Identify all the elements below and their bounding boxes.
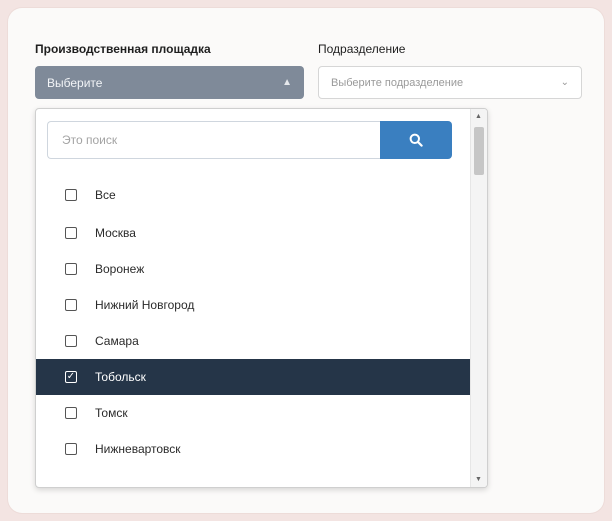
search-input[interactable] (47, 121, 380, 159)
option-nizhnevartovsk[interactable]: Нижневартовск (36, 431, 470, 467)
chevron-up-icon: ▲ (282, 77, 292, 88)
checkbox-icon[interactable] (65, 227, 77, 239)
option-all[interactable]: Все (36, 175, 470, 215)
option-voronezh[interactable]: Воронеж (36, 251, 470, 287)
chevron-down-icon: ⌄ (560, 77, 569, 88)
option-label: Тобольск (95, 370, 146, 384)
scroll-up-arrow-icon[interactable]: ▲ (475, 113, 482, 120)
checkbox-checked-icon[interactable]: ✓ (65, 371, 77, 383)
option-label: Москва (95, 226, 136, 240)
checkbox-icon[interactable] (65, 299, 77, 311)
dropdown-scrollbar[interactable]: ▲ ▼ (470, 109, 487, 487)
site-dropdown: Все Москва Воронеж Нижний Новгород Самар… (35, 108, 488, 488)
checkbox-icon[interactable] (65, 189, 77, 201)
search-row (47, 121, 452, 159)
option-samara[interactable]: Самара (36, 323, 470, 359)
scrollbar-thumb[interactable] (474, 127, 484, 175)
option-label: Нижний Новгород (95, 298, 195, 312)
division-select-placeholder: Выберите подразделение (331, 76, 464, 89)
site-options-list: Все Москва Воронеж Нижний Новгород Самар… (36, 175, 470, 467)
option-nizhny-novgorod[interactable]: Нижний Новгород (36, 287, 470, 323)
option-label: Самара (95, 334, 139, 348)
checkbox-icon[interactable] (65, 443, 77, 455)
option-label: Нижневартовск (95, 442, 181, 456)
checkbox-icon[interactable] (65, 335, 77, 347)
option-tomsk[interactable]: Томск (36, 395, 470, 431)
option-moscow[interactable]: Москва (36, 215, 470, 251)
checkbox-icon[interactable] (65, 263, 77, 275)
site-select-value: Выберите (47, 75, 103, 90)
option-label: Воронеж (95, 262, 145, 276)
checkbox-icon[interactable] (65, 407, 77, 419)
search-icon (409, 133, 423, 147)
site-label: Производственная площадка (35, 42, 211, 56)
option-tobolsk[interactable]: ✓ Тобольск (36, 359, 470, 395)
division-label: Подразделение (318, 42, 406, 56)
option-label: Все (95, 188, 116, 202)
division-select[interactable]: Выберите подразделение ⌄ (318, 66, 582, 99)
scroll-down-arrow-icon[interactable]: ▼ (475, 476, 482, 483)
option-label: Томск (95, 406, 128, 420)
site-select[interactable]: Выберите ▲ (35, 66, 304, 99)
search-button[interactable] (380, 121, 452, 159)
